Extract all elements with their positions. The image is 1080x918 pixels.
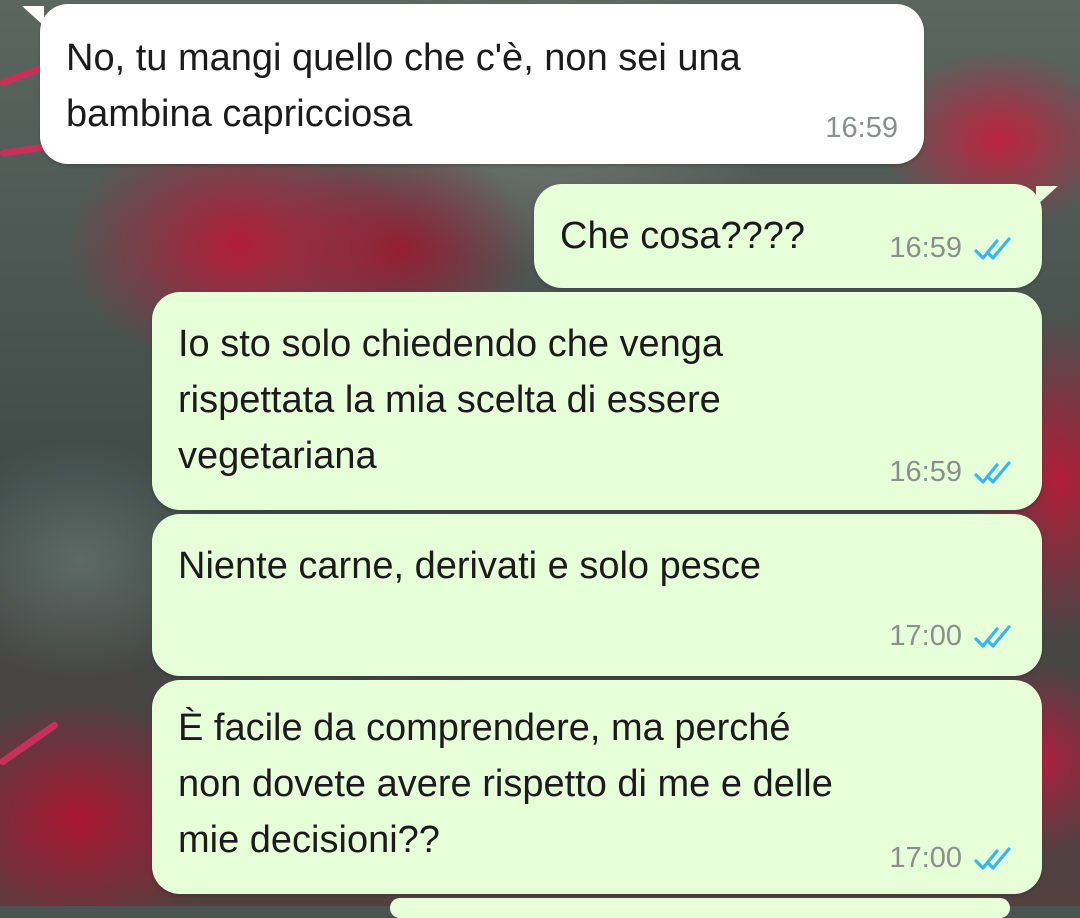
message-text: Niente carne, derivati e solo pesce (178, 545, 761, 587)
message-text: Che cosa???? (560, 215, 806, 257)
double-check-icon (974, 236, 1011, 260)
message-text: No, tu mangi quello che c'è, non sei una… (66, 37, 741, 135)
message-bubble-outgoing[interactable]: Niente carne, derivati e solo pesce 17:0… (152, 514, 1042, 676)
double-check-icon (974, 460, 1011, 484)
message-time: 16:59 (825, 112, 898, 144)
message-bubble-outgoing[interactable]: È facile da comprendere, ma perché non d… (152, 680, 1042, 894)
double-check-icon (974, 624, 1011, 648)
message-meta: 16:59 (889, 456, 1016, 489)
message-meta: 16:59 (825, 112, 898, 145)
message-meta: 16:59 (889, 232, 1016, 265)
message-text: È facile da comprendere, ma perché non d… (178, 707, 833, 861)
message-bubble-incoming[interactable]: No, tu mangi quello che c'è, non sei una… (40, 4, 924, 164)
message-time: 16:59 (889, 232, 962, 264)
message-time: 16:59 (889, 456, 962, 488)
message-bubble-outgoing[interactable]: Io sto solo chiedendo che venga rispetta… (152, 292, 1042, 510)
message-text: Io sto solo chiedendo che venga rispetta… (178, 323, 724, 477)
message-time: 17:00 (889, 842, 962, 874)
message-time: 17:00 (889, 620, 962, 652)
next-message-bubble-edge (390, 898, 1010, 918)
message-meta: 17:00 (889, 620, 1016, 653)
wallpaper-petal (0, 720, 60, 767)
double-check-icon (974, 846, 1011, 870)
message-meta: 17:00 (889, 842, 1016, 875)
message-bubble-outgoing[interactable]: Che cosa???? 16:59 (534, 184, 1042, 288)
